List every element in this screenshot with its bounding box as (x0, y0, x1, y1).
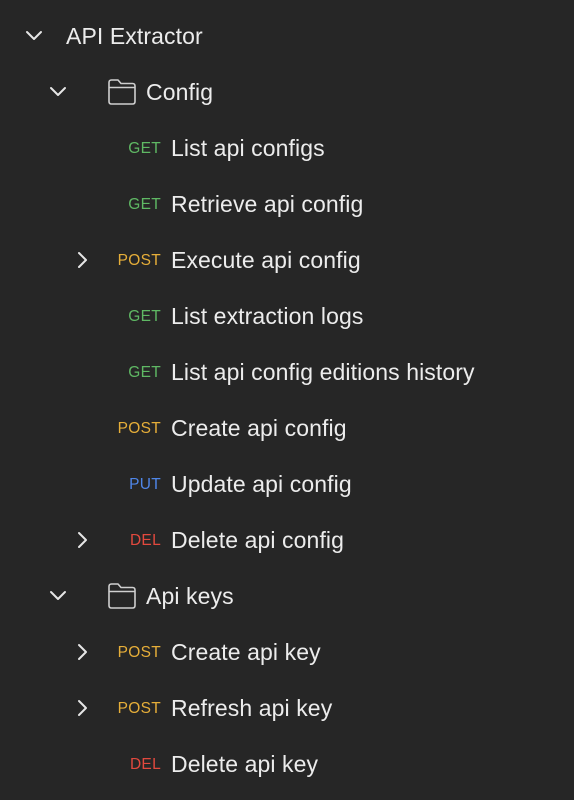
method-badge-get: GET (128, 364, 161, 381)
request-item[interactable]: GET List api config editions history (0, 344, 574, 400)
chevron-down-icon[interactable] (24, 26, 44, 46)
collection-tree: API Extractor Config GET List api config… (0, 0, 574, 800)
request-item[interactable]: GET List api configs (0, 120, 574, 176)
request-item[interactable]: PUT Update api config (0, 456, 574, 512)
request-item[interactable]: POST Refresh api key (0, 680, 574, 736)
request-item[interactable]: GET Retrieve api config (0, 176, 574, 232)
chevron-right-icon[interactable] (73, 250, 93, 270)
request-label: Retrieve api config (171, 191, 364, 217)
request-item[interactable]: POST Execute api config (0, 232, 574, 288)
method-badge-post: POST (117, 252, 161, 269)
method-badge-post: POST (117, 700, 161, 717)
request-label: Execute api config (171, 247, 361, 273)
folder-icon (107, 582, 137, 610)
chevron-right-icon[interactable] (73, 642, 93, 662)
folder-label: Api keys (146, 583, 234, 609)
method-badge-post: POST (117, 644, 161, 661)
method-badge-post: POST (117, 420, 161, 437)
method-badge-get: GET (128, 140, 161, 157)
chevron-right-icon[interactable] (73, 698, 93, 718)
request-label: List extraction logs (171, 303, 364, 329)
folder-row-api-keys[interactable]: Api keys (0, 568, 574, 624)
method-badge-get: GET (128, 308, 161, 325)
chevron-down-icon[interactable] (48, 586, 68, 606)
request-item[interactable]: GET List extraction logs (0, 288, 574, 344)
folder-row-config[interactable]: Config (0, 64, 574, 120)
request-label: Refresh api key (171, 695, 333, 721)
chevron-down-icon[interactable] (48, 82, 68, 102)
request-item[interactable]: POST Create api config (0, 400, 574, 456)
method-badge-put: PUT (129, 476, 161, 493)
chevron-right-icon[interactable] (73, 530, 93, 550)
request-label: List api configs (171, 135, 325, 161)
request-label: Update api config (171, 471, 352, 497)
request-label: Delete api config (171, 527, 345, 553)
folder-label: Config (146, 79, 214, 105)
collection-row[interactable]: API Extractor (0, 8, 574, 64)
method-badge-del: DEL (129, 756, 161, 773)
request-item[interactable]: DEL Delete api key (0, 736, 574, 792)
request-label: Create api key (171, 639, 321, 665)
request-item[interactable]: DEL Delete api config (0, 512, 574, 568)
request-item[interactable]: POST Create api key (0, 624, 574, 680)
request-label: Create api config (171, 415, 347, 441)
request-label: Delete api key (171, 751, 319, 777)
folder-icon (107, 78, 137, 106)
method-badge-del: DEL (129, 532, 161, 549)
collection-title: API Extractor (66, 23, 203, 49)
method-badge-get: GET (128, 196, 161, 213)
request-label: List api config editions history (171, 359, 475, 385)
